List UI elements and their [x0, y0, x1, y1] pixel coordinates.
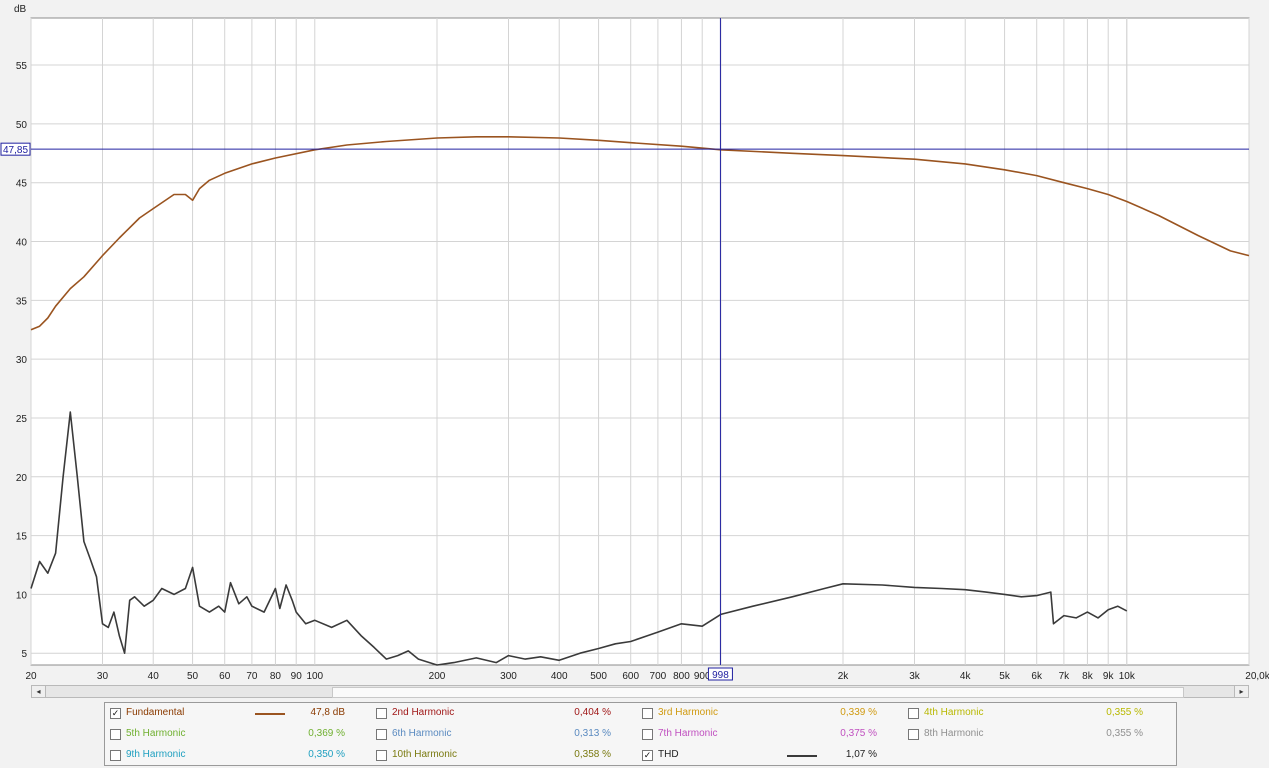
x-tick-label: 20: [25, 671, 37, 682]
legend-value: 0,404 %: [574, 707, 611, 718]
y-tick-label: 50: [16, 120, 28, 131]
legend-checkbox-7th-harmonic[interactable]: [642, 729, 653, 740]
legend-checkbox-6th-harmonic[interactable]: [376, 729, 387, 740]
legend-value: 47,8 dB: [310, 707, 345, 718]
x-tick-label: 200: [429, 671, 446, 682]
cursor-x-readout: 998: [712, 670, 729, 681]
legend-value: 0,355 %: [1106, 728, 1143, 739]
y-axis-label: dB: [14, 4, 27, 15]
legend-label: 2nd Harmonic: [392, 707, 455, 718]
legend-item-2nd-harmonic: 2nd Harmonic 0,404 %: [376, 706, 636, 720]
legend-label: 6th Harmonic: [392, 728, 452, 739]
y-tick-label: 25: [16, 414, 28, 425]
legend-value: 0,350 %: [308, 749, 345, 760]
x-tick-label: 300: [500, 671, 517, 682]
x-tick-label: 40: [148, 671, 160, 682]
x-tick-label: 500: [590, 671, 607, 682]
legend-checkbox-thd[interactable]: ✓: [642, 750, 653, 761]
legend-value: 0,369 %: [308, 728, 345, 739]
scroll-thumb[interactable]: [332, 687, 1184, 698]
x-tick-label: 4k: [960, 671, 972, 682]
legend-label: 7th Harmonic: [658, 728, 718, 739]
legend-label: 8th Harmonic: [924, 728, 984, 739]
legend-checkbox-3rd-harmonic[interactable]: [642, 708, 653, 719]
legend-label: 10th Harmonic: [392, 749, 458, 760]
legend-value: 0,358 %: [574, 749, 611, 760]
x-tick-label: 50: [187, 671, 199, 682]
legend-item-3rd-harmonic: 3rd Harmonic 0,339 %: [642, 706, 902, 720]
legend-value: 0,375 %: [840, 728, 877, 739]
x-tick-label: 90: [291, 671, 303, 682]
y-tick-label: 55: [16, 61, 28, 72]
legend-label: Fundamental: [126, 707, 185, 718]
legend-checkbox-10th-harmonic[interactable]: [376, 750, 387, 761]
x-tick-label: 9k: [1103, 671, 1115, 682]
legend-checkbox-2nd-harmonic[interactable]: [376, 708, 387, 719]
scroll-left-arrow-icon[interactable]: ◂: [32, 686, 46, 697]
legend-value: 0,339 %: [840, 707, 877, 718]
x-tick-label: 7k: [1059, 671, 1071, 682]
x-tick-label: 100: [306, 671, 323, 682]
x-tick-label: 5k: [999, 671, 1011, 682]
cursor-y-readout: 47,85: [3, 145, 28, 156]
y-tick-label: 40: [16, 238, 28, 249]
y-tick-label: 35: [16, 296, 28, 307]
x-tick-label: 700: [650, 671, 667, 682]
legend-panel: ✓ Fundamental 47,8 dB 2nd Harmonic 0,404 % 3r…: [104, 702, 1177, 766]
legend-value: 0,355 %: [1106, 707, 1143, 718]
x-tick-label: 8k: [1082, 671, 1094, 682]
y-tick-label: 30: [16, 355, 28, 366]
legend-item-thd: ✓ THD 1,07 %: [642, 748, 902, 762]
x-tick-label: 30: [97, 671, 109, 682]
legend-item-fundamental: ✓ Fundamental 47,8 dB: [110, 706, 370, 720]
legend-item-9th-harmonic: 9th Harmonic 0,350 %: [110, 748, 370, 762]
x-tick-label: 20,0k Hz: [1245, 671, 1269, 682]
legend-checkbox-4th-harmonic[interactable]: [908, 708, 919, 719]
y-tick-label: 45: [16, 179, 28, 190]
scroll-right-arrow-icon[interactable]: ▸: [1234, 686, 1248, 697]
plot-area: [30, 17, 1250, 666]
legend-value: 1,07 %: [845, 749, 877, 760]
x-tick-label: 80: [270, 671, 282, 682]
x-tick-label: 6k: [1031, 671, 1043, 682]
legend-item-4th-harmonic: 4th Harmonic 0,355 %: [908, 706, 1168, 720]
x-tick-label: 70: [246, 671, 258, 682]
horizontal-scrollbar[interactable]: ◂ ▸: [31, 685, 1249, 698]
legend-label: 9th Harmonic: [126, 749, 186, 760]
x-tick-label: 800: [673, 671, 690, 682]
y-tick-label: 5: [21, 649, 27, 660]
y-tick-label: 15: [16, 532, 28, 543]
x-tick-label: 10k: [1119, 671, 1136, 682]
legend-item-6th-harmonic: 6th Harmonic 0,313 %: [376, 727, 636, 741]
frequency-response-chart[interactable]: 510152025303540455055dB20 30 40 50 60 70 80 90 1…: [0, 0, 1269, 700]
y-tick-label: 20: [16, 473, 28, 484]
legend-item-5th-harmonic: 5th Harmonic 0,369 %: [110, 727, 370, 741]
legend-label: 4th Harmonic: [924, 707, 984, 718]
legend-item-7th-harmonic: 7th Harmonic 0,375 %: [642, 727, 902, 741]
x-tick-label: 2k: [838, 671, 850, 682]
x-tick-label: 3k: [909, 671, 921, 682]
legend-checkbox-fundamental[interactable]: ✓: [110, 708, 121, 719]
x-tick-label: 400: [551, 671, 568, 682]
legend-label: 5th Harmonic: [126, 728, 186, 739]
legend-label: 3rd Harmonic: [658, 707, 719, 718]
legend-checkbox-9th-harmonic[interactable]: [110, 750, 121, 761]
legend-item-8th-harmonic: 8th Harmonic 0,355 %: [908, 727, 1168, 741]
legend-checkbox-8th-harmonic[interactable]: [908, 729, 919, 740]
x-tick-label: 60: [219, 671, 231, 682]
legend-item-10th-harmonic: 10th Harmonic 0,358 %: [376, 748, 636, 762]
x-tick-label: 600: [622, 671, 639, 682]
legend-checkbox-5th-harmonic[interactable]: [110, 729, 121, 740]
legend-label: THD: [658, 749, 679, 760]
y-tick-label: 10: [16, 590, 28, 601]
legend-value: 0,313 %: [574, 728, 611, 739]
